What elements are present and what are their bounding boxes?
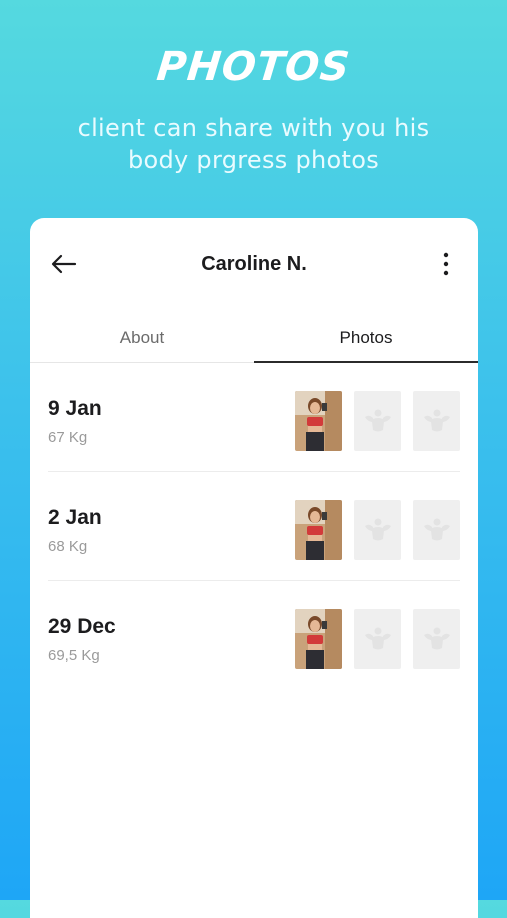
photo-thumbnails	[295, 609, 460, 669]
more-vertical-icon	[443, 252, 449, 276]
entry-date: 9 Jan	[48, 397, 102, 420]
progress-photo-thumbnail[interactable]	[295, 500, 342, 560]
photo-placeholder[interactable]	[354, 609, 401, 669]
body-silhouette-icon	[364, 518, 391, 541]
list-item[interactable]: 9 Jan 67 Kg	[48, 363, 460, 472]
person-photo-icon	[295, 609, 342, 669]
body-silhouette-icon	[423, 409, 450, 432]
more-options-button[interactable]	[434, 250, 458, 278]
photo-thumbnails	[295, 391, 460, 451]
progress-photo-thumbnail[interactable]	[295, 609, 342, 669]
tab-about[interactable]: About	[30, 318, 254, 362]
tab-bar: About Photos	[30, 318, 478, 363]
entry-weight: 68 Kg	[48, 538, 88, 555]
person-photo-icon	[295, 391, 342, 451]
app-bar: Caroline N.	[30, 218, 478, 308]
photo-placeholder[interactable]	[354, 391, 401, 451]
list-item[interactable]: 29 Dec 69,5 Kg	[48, 581, 460, 689]
promo-title: PHOTOS	[154, 44, 353, 90]
photo-thumbnails	[295, 500, 460, 560]
client-name-title: Caroline N.	[201, 253, 307, 275]
entry-weight: 69,5 Kg	[48, 647, 100, 664]
entry-date: 29 Dec	[48, 615, 116, 638]
progress-photo-thumbnail[interactable]	[295, 391, 342, 451]
photo-placeholder[interactable]	[413, 391, 460, 451]
tab-photos[interactable]: Photos	[254, 318, 478, 363]
photo-entries-list: 9 Jan 67 Kg 2 Jan 68 Kg 29 Dec 69,5 Kg	[48, 363, 460, 689]
photo-placeholder[interactable]	[413, 500, 460, 560]
photo-placeholder[interactable]	[354, 500, 401, 560]
body-silhouette-icon	[364, 409, 391, 432]
body-silhouette-icon	[364, 627, 391, 650]
person-photo-icon	[295, 500, 342, 560]
profile-card: Caroline N. About Photos 9 Jan 67 Kg 2 J…	[30, 218, 478, 918]
body-silhouette-icon	[423, 518, 450, 541]
promo-subtitle: client can share with you his body prgre…	[77, 114, 430, 174]
body-silhouette-icon	[423, 627, 450, 650]
list-item[interactable]: 2 Jan 68 Kg	[48, 472, 460, 581]
photo-placeholder[interactable]	[413, 609, 460, 669]
entry-date: 2 Jan	[48, 506, 102, 529]
entry-weight: 67 Kg	[48, 429, 88, 446]
